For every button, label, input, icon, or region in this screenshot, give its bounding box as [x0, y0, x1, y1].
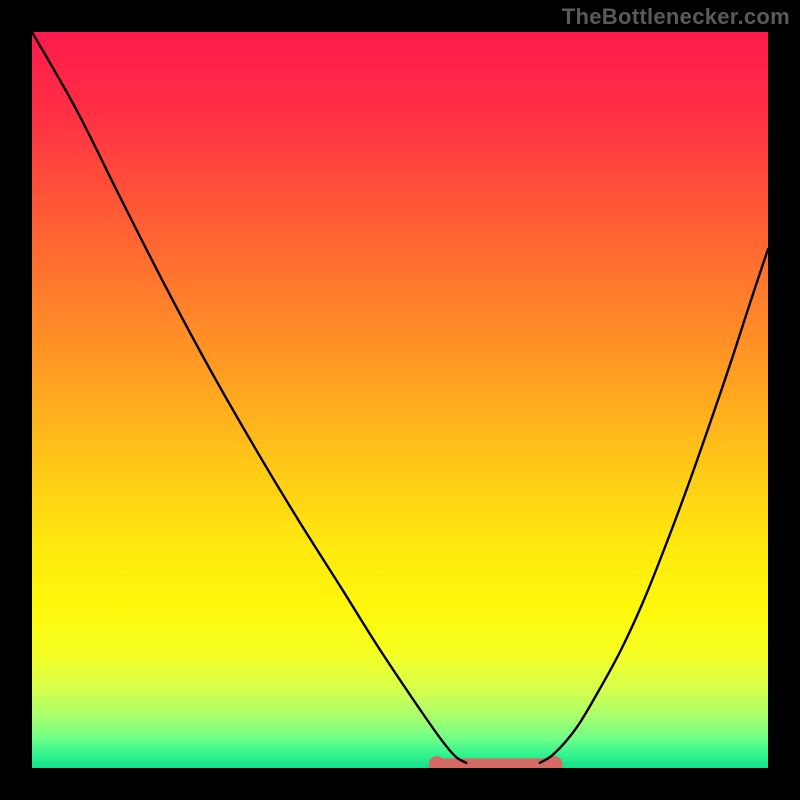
attribution-label: TheBottlenecker.com	[562, 4, 790, 30]
plot-area	[32, 32, 768, 768]
chart-svg	[32, 32, 768, 768]
chart-container: { "attribution": "TheBottlenecker.com", …	[0, 0, 800, 800]
gradient-background	[32, 32, 768, 768]
